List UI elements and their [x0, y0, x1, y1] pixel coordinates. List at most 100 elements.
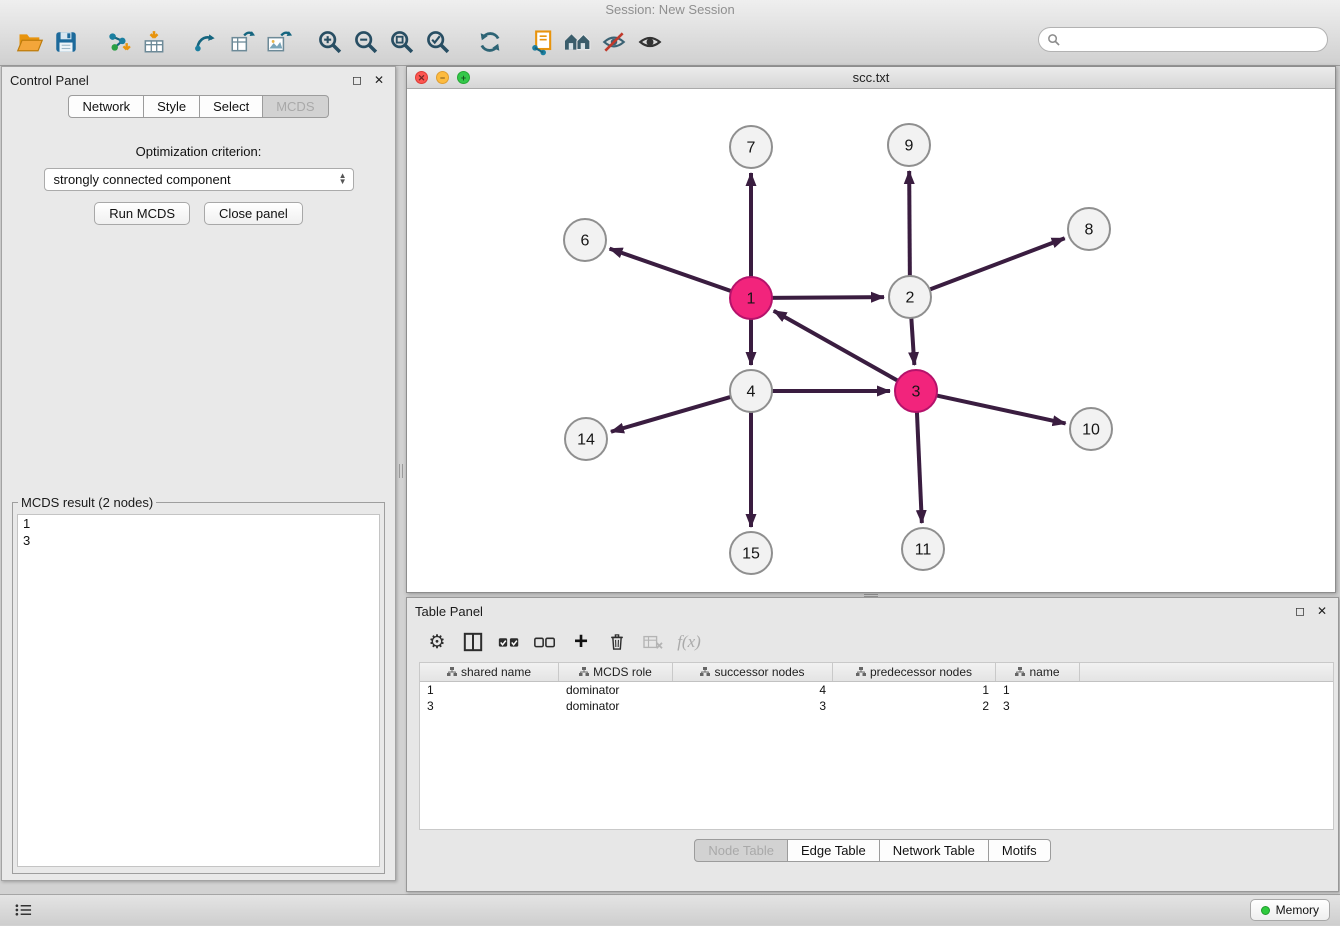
node-2[interactable]: 2: [889, 276, 931, 318]
export-image-icon[interactable]: [260, 24, 296, 60]
table-cell[interactable]: dominator: [559, 682, 673, 698]
column-header-mcds-role[interactable]: MCDS role: [559, 663, 673, 681]
network-graph[interactable]: 7 9 6 8 1 2 4 3 14 10 15 11: [407, 89, 1335, 592]
edge-1-6[interactable]: [610, 249, 734, 292]
node-label: 11: [915, 542, 932, 559]
column-label: shared name: [461, 665, 531, 679]
edge-3-10[interactable]: [935, 395, 1066, 423]
node-14[interactable]: 14: [565, 418, 607, 460]
select-all-icon[interactable]: [493, 628, 525, 656]
tab-network-table[interactable]: Network Table: [880, 839, 989, 862]
node-9[interactable]: 9: [888, 124, 930, 166]
float-panel-icon[interactable]: ◻: [1292, 603, 1308, 619]
save-session-icon[interactable]: [48, 24, 84, 60]
edge-1-2[interactable]: [770, 297, 884, 298]
search-input[interactable]: [1064, 32, 1319, 47]
node-15[interactable]: 15: [730, 532, 772, 574]
open-file-icon[interactable]: [12, 24, 48, 60]
optimization-criterion-select[interactable]: strongly connected component ▲▼: [44, 168, 354, 191]
node-1[interactable]: 1: [730, 277, 772, 319]
eye-icon[interactable]: [632, 24, 668, 60]
apply-layout-icon[interactable]: [472, 24, 508, 60]
table-cell[interactable]: 3: [996, 698, 1080, 714]
new-network-from-selection-icon[interactable]: [524, 24, 560, 60]
table-body: 1dominator4113dominator323: [420, 682, 1333, 714]
close-panel-icon[interactable]: ✕: [1314, 603, 1330, 619]
memory-button[interactable]: Memory: [1250, 899, 1330, 921]
close-panel-button[interactable]: Close panel: [204, 202, 303, 225]
node-3[interactable]: 3: [895, 370, 937, 412]
add-column-icon[interactable]: +: [565, 628, 597, 656]
network-overview-icon[interactable]: [560, 24, 596, 60]
tab-edge-table[interactable]: Edge Table: [788, 839, 880, 862]
import-table-from-file-icon[interactable]: [136, 24, 172, 60]
table-panel-title: Table Panel: [415, 604, 483, 619]
node-11[interactable]: 11: [902, 528, 944, 570]
table-row[interactable]: 1dominator411: [420, 682, 1333, 698]
zoom-fit-icon[interactable]: [384, 24, 420, 60]
zoom-out-icon[interactable]: [348, 24, 384, 60]
close-panel-icon[interactable]: ✕: [371, 72, 387, 88]
task-history-icon[interactable]: [10, 900, 36, 920]
network-window-titlebar[interactable]: ✕ − + scc.txt: [407, 67, 1335, 89]
tab-mcds[interactable]: MCDS: [263, 95, 328, 118]
edge-4-14[interactable]: [611, 396, 733, 431]
mcds-result-item[interactable]: 1: [18, 515, 379, 532]
table-cell[interactable]: 1: [833, 682, 996, 698]
float-panel-icon[interactable]: ◻: [349, 72, 365, 88]
function-builder-icon[interactable]: f(x): [673, 628, 705, 656]
network-canvas[interactable]: 7 9 6 8 1 2 4 3 14 10 15 11: [407, 89, 1335, 592]
table-header-row: shared name MCDS rolesuccessor nodesprede…: [420, 663, 1333, 682]
table-panel: Table Panel ◻ ✕ ⚙: [406, 597, 1339, 892]
column-header-predecessor-nodes[interactable]: predecessor nodes: [833, 663, 996, 681]
table-cell[interactable]: 1: [996, 682, 1080, 698]
table-cell[interactable]: 3: [420, 698, 559, 714]
search-field[interactable]: [1038, 27, 1328, 52]
table-cell[interactable]: 3: [673, 698, 833, 714]
column-header-shared-name[interactable]: shared name: [420, 663, 559, 681]
zoom-selected-icon[interactable]: [420, 24, 456, 60]
node-4[interactable]: 4: [730, 370, 772, 412]
node-10[interactable]: 10: [1070, 408, 1112, 450]
tab-select[interactable]: Select: [200, 95, 263, 118]
column-header-name[interactable]: name: [996, 663, 1080, 681]
unselect-all-icon[interactable]: [529, 628, 561, 656]
split-panel-icon[interactable]: [457, 628, 489, 656]
tab-style[interactable]: Style: [144, 95, 200, 118]
delete-table-icon[interactable]: [637, 628, 669, 656]
delete-row-icon[interactable]: [601, 628, 633, 656]
node-label: 4: [747, 384, 756, 401]
mcds-result-item[interactable]: 3: [18, 532, 379, 549]
column-header-successor-nodes[interactable]: successor nodes: [673, 663, 833, 681]
mcds-result-list[interactable]: 13: [17, 514, 380, 867]
edge-3-1[interactable]: [774, 311, 900, 382]
attribute-type-icon: [700, 667, 710, 677]
node-7[interactable]: 7: [730, 126, 772, 168]
table-row[interactable]: 3dominator323: [420, 698, 1333, 714]
tab-network[interactable]: Network: [68, 95, 144, 118]
edge-2-3[interactable]: [911, 316, 914, 365]
table-cell[interactable]: 2: [833, 698, 996, 714]
edge-2-8[interactable]: [928, 238, 1065, 290]
import-network-from-file-icon[interactable]: [100, 24, 136, 60]
edge-2-9[interactable]: [909, 171, 910, 278]
node-8[interactable]: 8: [1068, 208, 1110, 250]
export-network-icon[interactable]: [188, 24, 224, 60]
vertical-splitter[interactable]: [396, 66, 406, 894]
edge-3-11[interactable]: [917, 410, 922, 523]
table-cell[interactable]: dominator: [559, 698, 673, 714]
export-table-icon[interactable]: [224, 24, 260, 60]
show-graphics-details-icon[interactable]: [596, 24, 632, 60]
settings-gear-icon[interactable]: ⚙: [421, 628, 453, 656]
tab-motifs[interactable]: Motifs: [989, 839, 1051, 862]
run-mcds-button[interactable]: Run MCDS: [94, 202, 190, 225]
zoom-in-icon[interactable]: [312, 24, 348, 60]
selected-option-label: strongly connected component: [54, 172, 339, 187]
table-cell[interactable]: 4: [673, 682, 833, 698]
table-cell[interactable]: 1: [420, 682, 559, 698]
main-toolbar: [0, 18, 1340, 65]
node-6[interactable]: 6: [564, 219, 606, 261]
node-label: 2: [906, 290, 915, 307]
main-area: Control Panel ◻ ✕ NetworkStyleSelectMCDS…: [0, 66, 1340, 894]
tab-node-table[interactable]: Node Table: [694, 839, 788, 862]
